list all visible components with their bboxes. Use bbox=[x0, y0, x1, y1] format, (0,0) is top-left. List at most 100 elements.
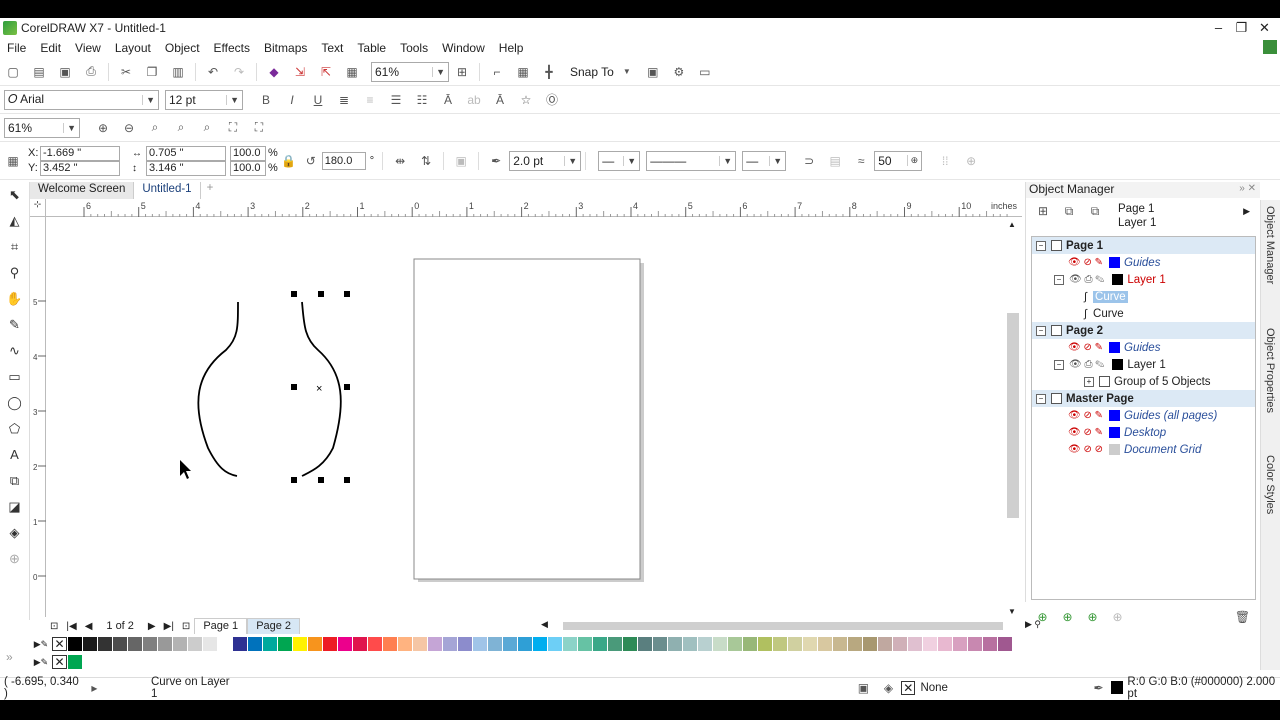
menu-layout[interactable]: Layout bbox=[108, 41, 158, 55]
tab-welcome-screen[interactable]: Welcome Screen bbox=[30, 182, 135, 199]
wrap-text-icon[interactable]: ▣ bbox=[452, 152, 470, 170]
export-icon[interactable]: ⇱ bbox=[317, 63, 335, 81]
tree-row[interactable]: − Page 1 bbox=[1032, 237, 1255, 254]
print-icon[interactable]: ⎙ bbox=[82, 63, 100, 81]
new-icon[interactable]: ▢ bbox=[4, 63, 22, 81]
color-swatch[interactable] bbox=[638, 637, 653, 651]
opentype-icon[interactable]: Ⓞ bbox=[543, 91, 561, 109]
color-swatch[interactable] bbox=[878, 637, 893, 651]
grid-visibility-icons[interactable]: 👁 ⊘ ⊘ bbox=[1068, 444, 1103, 455]
cut-icon[interactable]: ✂ bbox=[117, 63, 135, 81]
color-swatch[interactable] bbox=[773, 637, 788, 651]
add-toolbar-icon[interactable]: ⊕ bbox=[962, 152, 980, 170]
docker-tab-color-styles[interactable]: Color Styles bbox=[1264, 455, 1276, 514]
add-page-icon[interactable]: ⊡ bbox=[182, 621, 190, 632]
color-swatch[interactable] bbox=[998, 637, 1013, 651]
color-swatch[interactable] bbox=[833, 637, 848, 651]
zoom-out-icon[interactable]: ⊖ bbox=[120, 119, 138, 137]
close-button[interactable]: ✕ bbox=[1253, 18, 1276, 38]
color-swatch[interactable] bbox=[218, 637, 233, 651]
crop-tool-icon[interactable]: ⌗ bbox=[5, 239, 25, 259]
tree-row[interactable]: − Master Page bbox=[1032, 390, 1255, 407]
text-tool-icon[interactable]: A bbox=[5, 447, 25, 467]
menu-table[interactable]: Table bbox=[350, 41, 393, 55]
start-arrowhead-select[interactable]: — ▼ bbox=[598, 150, 641, 171]
doc-no-color-swatch[interactable]: ✕ bbox=[52, 655, 67, 669]
color-swatch[interactable] bbox=[983, 637, 998, 651]
color-swatch[interactable] bbox=[323, 637, 338, 651]
color-swatch[interactable] bbox=[953, 637, 968, 651]
color-swatch[interactable] bbox=[893, 637, 908, 651]
bold-icon[interactable]: B bbox=[257, 91, 275, 109]
snap-options-icon[interactable]: ⁞⁞ bbox=[936, 152, 954, 170]
horizontal-ruler[interactable]: 6 5 4 3 2 1 0 1 2 3 4 5 6 7 8 9 10 inches bbox=[46, 199, 1022, 217]
color-swatch[interactable] bbox=[68, 637, 83, 651]
color-swatch[interactable] bbox=[428, 637, 443, 651]
menu-text[interactable]: Text bbox=[314, 41, 350, 55]
guides-visibility-icons[interactable]: 👁 ⊘ ✎ bbox=[1068, 410, 1103, 421]
menu-edit[interactable]: Edit bbox=[33, 41, 68, 55]
redo-icon[interactable]: ↷ bbox=[230, 63, 248, 81]
docker-tab-object-manager[interactable]: Object Manager bbox=[1264, 206, 1276, 284]
chevron-down-icon[interactable]: ▼ bbox=[618, 63, 636, 81]
guides-visibility-icons[interactable]: 👁 ⊘ ✎ bbox=[1068, 257, 1103, 268]
docker-close-icon[interactable]: » ✕ bbox=[1239, 183, 1256, 194]
status-menu-icon[interactable]: ▸ bbox=[86, 679, 103, 697]
color-swatch[interactable] bbox=[578, 637, 593, 651]
color-swatch[interactable] bbox=[338, 637, 353, 651]
layer-visibility-icons[interactable]: 👁 ⎙ ✎ bbox=[1069, 274, 1104, 285]
page-tab-1[interactable]: Page 1 bbox=[194, 618, 248, 634]
underline-icon[interactable]: U bbox=[309, 91, 327, 109]
italic-icon[interactable]: I bbox=[283, 91, 301, 109]
mirror-horizontal-icon[interactable]: ⇹ bbox=[391, 152, 409, 170]
snap-to-dropdown[interactable]: Snap To bbox=[570, 65, 614, 79]
menu-help[interactable]: Help bbox=[492, 41, 531, 55]
color-swatch[interactable] bbox=[503, 637, 518, 651]
tree-row[interactable]: ∫ Curve bbox=[1032, 305, 1255, 322]
color-swatch[interactable] bbox=[488, 637, 503, 651]
text-direction-icon[interactable]: Ā bbox=[491, 91, 509, 109]
mirror-vertical-icon[interactable]: ⇅ bbox=[417, 152, 435, 170]
collapse-icon[interactable]: − bbox=[1054, 274, 1064, 285]
color-swatch[interactable] bbox=[143, 637, 158, 651]
show-rulers-icon[interactable]: ⌐ bbox=[488, 63, 506, 81]
ruler-origin[interactable]: ⊹ bbox=[30, 199, 46, 217]
delete-icon[interactable]: 🗑 bbox=[1234, 608, 1251, 626]
app-launcher-icon[interactable]: ⚙ bbox=[670, 63, 688, 81]
docker-tab-object-properties[interactable]: Object Properties bbox=[1264, 328, 1276, 413]
tree-row[interactable]: 👁 ⊘ ✎ Guides bbox=[1032, 339, 1255, 356]
zoom-width-icon[interactable]: ⛶ bbox=[224, 119, 242, 137]
scale-height-input[interactable]: 100.0 bbox=[230, 160, 266, 176]
menu-window[interactable]: Window bbox=[435, 41, 492, 55]
collapse-icon[interactable]: − bbox=[1036, 240, 1046, 251]
color-swatch[interactable] bbox=[683, 637, 698, 651]
color-swatch[interactable] bbox=[248, 637, 263, 651]
tree-row[interactable]: + Group of 5 Objects bbox=[1032, 373, 1255, 390]
tab-untitled-1[interactable]: Untitled-1 bbox=[134, 182, 201, 199]
height-input[interactable]: 3.146 " bbox=[146, 160, 226, 176]
fill-tool-icon[interactable]: ◈ bbox=[5, 525, 25, 545]
page-options-icon[interactable]: ⊡ bbox=[50, 621, 58, 632]
color-swatch[interactable] bbox=[443, 637, 458, 651]
save-icon[interactable]: ▣ bbox=[56, 63, 74, 81]
color-swatch[interactable] bbox=[98, 637, 113, 651]
color-swatch[interactable] bbox=[608, 637, 623, 651]
publish-pdf-icon[interactable]: ▦ bbox=[343, 63, 361, 81]
line-style-select[interactable]: ——— ▼ bbox=[646, 150, 737, 171]
color-swatch[interactable] bbox=[368, 637, 383, 651]
color-swatch[interactable] bbox=[473, 637, 488, 651]
color-swatch[interactable] bbox=[968, 637, 983, 651]
ellipse-tool-icon[interactable]: ◯ bbox=[5, 395, 25, 415]
end-arrowhead-select[interactable]: — ▼ bbox=[742, 150, 787, 171]
full-screen-icon[interactable]: ⊞ bbox=[453, 63, 471, 81]
layer-manager-view-icon[interactable]: ⊞ bbox=[1034, 202, 1052, 220]
polygon-tool-icon[interactable]: ⬠ bbox=[5, 421, 25, 441]
color-swatch[interactable] bbox=[308, 637, 323, 651]
zoom-page-icon[interactable]: ⌕ bbox=[198, 119, 216, 137]
menu-bitmaps[interactable]: Bitmaps bbox=[257, 41, 314, 55]
font-select[interactable]: 𝑂 Arial ▼ bbox=[4, 89, 159, 110]
vertical-scrollbar[interactable]: ▲ ▼ bbox=[1005, 218, 1021, 618]
color-proof-icon[interactable]: ▣ bbox=[855, 679, 872, 697]
zoom-level-select[interactable]: 61% ▼ bbox=[371, 61, 449, 82]
color-swatch[interactable] bbox=[533, 637, 548, 651]
